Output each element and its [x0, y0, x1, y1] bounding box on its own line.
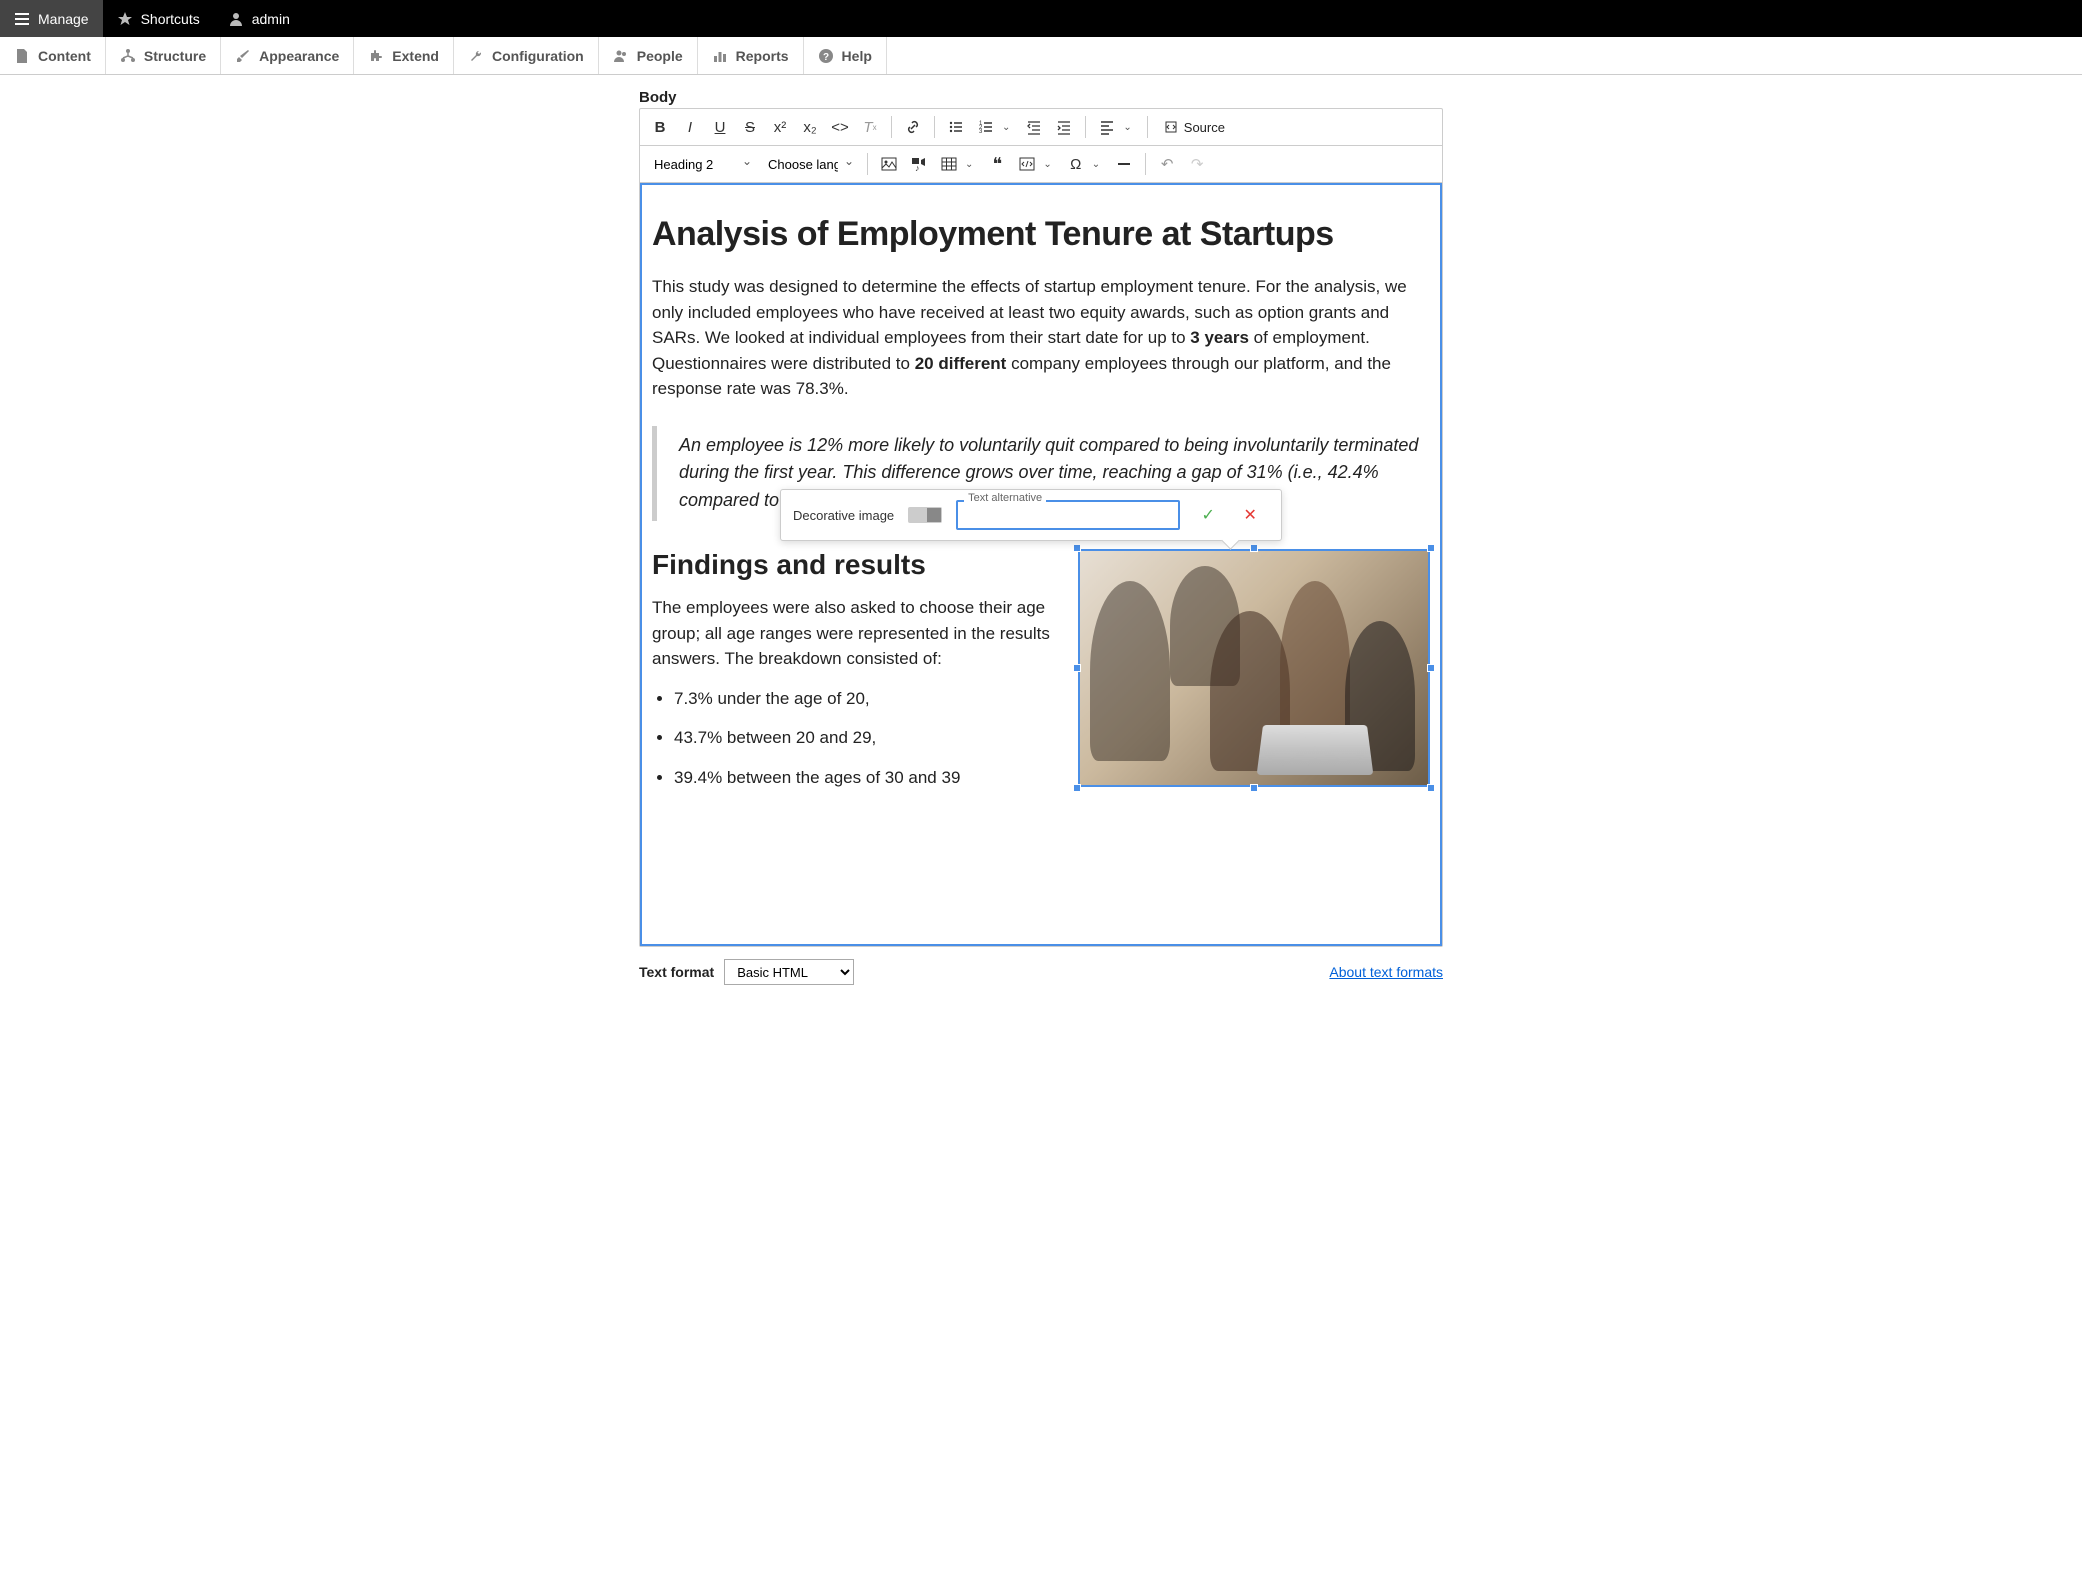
image-button[interactable]: [875, 150, 903, 178]
superscript-button[interactable]: x²: [766, 113, 794, 141]
redo-button[interactable]: ↷: [1183, 150, 1211, 178]
decorative-image-label: Decorative image: [793, 508, 894, 523]
media-button[interactable]: ♪: [905, 150, 933, 178]
heading-select[interactable]: Heading 2: [646, 150, 758, 178]
selected-image[interactable]: [1078, 549, 1430, 787]
svg-text:?: ?: [822, 52, 828, 63]
file-icon: [14, 48, 30, 64]
tab-extend[interactable]: Extend: [354, 37, 454, 74]
strikethrough-button[interactable]: S: [736, 113, 764, 141]
decorative-image-toggle[interactable]: [908, 507, 942, 523]
body-field-label: Body: [639, 89, 1443, 106]
help-icon: ?: [818, 48, 834, 64]
manage-label: Manage: [38, 11, 89, 27]
people-icon: [613, 48, 629, 64]
outdent-button[interactable]: [1020, 113, 1048, 141]
editor-content[interactable]: Analysis of Employment Tenure at Startup…: [640, 183, 1442, 946]
hierarchy-icon: [120, 48, 136, 64]
cancel-button[interactable]: ✕: [1236, 501, 1264, 529]
undo-button[interactable]: ↶: [1153, 150, 1181, 178]
text-format-select[interactable]: Basic HTML: [724, 959, 854, 985]
admin-user-label: admin: [252, 11, 290, 27]
alignment-button[interactable]: [1093, 113, 1121, 141]
toolbar-row-2: Heading 2 Choose lang… ♪ ⌄ ❝ ⌄ Ω ⌄ ↶ ↷: [640, 146, 1442, 183]
resize-handle[interactable]: [1427, 784, 1435, 792]
tab-people[interactable]: People: [599, 37, 698, 74]
wrench-icon: [468, 48, 484, 64]
source-icon: [1163, 119, 1179, 135]
underline-button[interactable]: U: [706, 113, 734, 141]
svg-text:3: 3: [979, 129, 983, 135]
tab-appearance[interactable]: Appearance: [221, 37, 354, 74]
selected-image-wrapper[interactable]: Decorative image Text alternative ✓ ✕: [1078, 549, 1430, 787]
separator: [1147, 116, 1148, 138]
puzzle-icon: [368, 48, 384, 64]
table-dropdown[interactable]: ⌄: [961, 155, 977, 174]
special-character-button[interactable]: Ω: [1062, 150, 1090, 178]
bold-button[interactable]: B: [646, 113, 674, 141]
article-paragraph-1[interactable]: This study was designed to determine the…: [652, 274, 1430, 402]
hamburger-icon: [14, 11, 30, 27]
tab-help[interactable]: ? Help: [804, 37, 887, 74]
subscript-button[interactable]: x₂: [796, 113, 824, 141]
link-button[interactable]: [899, 113, 927, 141]
remove-format-button[interactable]: Tx: [856, 113, 884, 141]
admin-user-menu[interactable]: admin: [214, 0, 304, 37]
horizontal-line-button[interactable]: [1110, 150, 1138, 178]
numbered-list-button[interactable]: 123: [972, 113, 1000, 141]
resize-handle[interactable]: [1250, 784, 1258, 792]
separator: [1145, 153, 1146, 175]
user-icon: [228, 11, 244, 27]
separator: [934, 116, 935, 138]
source-button[interactable]: Source: [1155, 113, 1233, 141]
separator: [891, 116, 892, 138]
bar-chart-icon: [712, 48, 728, 64]
shortcuts-label: Shortcuts: [141, 11, 200, 27]
table-button[interactable]: [935, 150, 963, 178]
code-block-button[interactable]: [1013, 150, 1041, 178]
resize-handle[interactable]: [1073, 544, 1081, 552]
code-button[interactable]: <>: [826, 113, 854, 141]
admin-topbar: Manage Shortcuts admin: [0, 0, 2082, 37]
tab-reports[interactable]: Reports: [698, 37, 804, 74]
blockquote-button[interactable]: ❝: [983, 150, 1011, 178]
confirm-button[interactable]: ✓: [1194, 501, 1222, 529]
manage-menu[interactable]: Manage: [0, 0, 103, 37]
alignment-dropdown[interactable]: ⌄: [1119, 118, 1135, 137]
about-text-formats-link[interactable]: About text formats: [1329, 964, 1443, 980]
bulleted-list-button[interactable]: [942, 113, 970, 141]
separator: [1085, 116, 1086, 138]
indent-button[interactable]: [1050, 113, 1078, 141]
admin-tabs: Content Structure Appearance Extend Conf…: [0, 37, 2082, 75]
resize-handle[interactable]: [1073, 664, 1081, 672]
code-block-dropdown[interactable]: ⌄: [1039, 155, 1055, 174]
article-title[interactable]: Analysis of Employment Tenure at Startup…: [652, 215, 1430, 254]
language-select[interactable]: Choose lang…: [760, 150, 860, 178]
italic-button[interactable]: I: [676, 113, 704, 141]
resize-handle[interactable]: [1250, 544, 1258, 552]
resize-handle[interactable]: [1427, 544, 1435, 552]
numbered-list-dropdown[interactable]: ⌄: [998, 118, 1014, 137]
special-character-dropdown[interactable]: ⌄: [1088, 155, 1104, 174]
resize-handle[interactable]: [1073, 784, 1081, 792]
text-alternative-label: Text alternative: [964, 492, 1046, 504]
tab-structure[interactable]: Structure: [106, 37, 221, 74]
resize-handle[interactable]: [1427, 664, 1435, 672]
tab-content[interactable]: Content: [0, 37, 106, 74]
star-icon: [117, 11, 133, 27]
paintbrush-icon: [235, 48, 251, 64]
tab-configuration[interactable]: Configuration: [454, 37, 599, 74]
text-format-row: Text format Basic HTML About text format…: [639, 959, 1443, 985]
svg-text:♪: ♪: [915, 163, 920, 172]
text-alternative-input[interactable]: [956, 500, 1180, 530]
text-format-label: Text format: [639, 964, 714, 980]
image-alt-balloon: Decorative image Text alternative ✓ ✕: [780, 489, 1282, 541]
shortcuts-menu[interactable]: Shortcuts: [103, 0, 214, 37]
main-content: Body B I U S x² x₂ <> Tx 123 ⌄ ⌄: [639, 75, 1443, 1015]
toolbar-row-1: B I U S x² x₂ <> Tx 123 ⌄ ⌄ Source: [640, 109, 1442, 146]
separator: [867, 153, 868, 175]
rich-text-editor: B I U S x² x₂ <> Tx 123 ⌄ ⌄ Source: [639, 108, 1443, 947]
